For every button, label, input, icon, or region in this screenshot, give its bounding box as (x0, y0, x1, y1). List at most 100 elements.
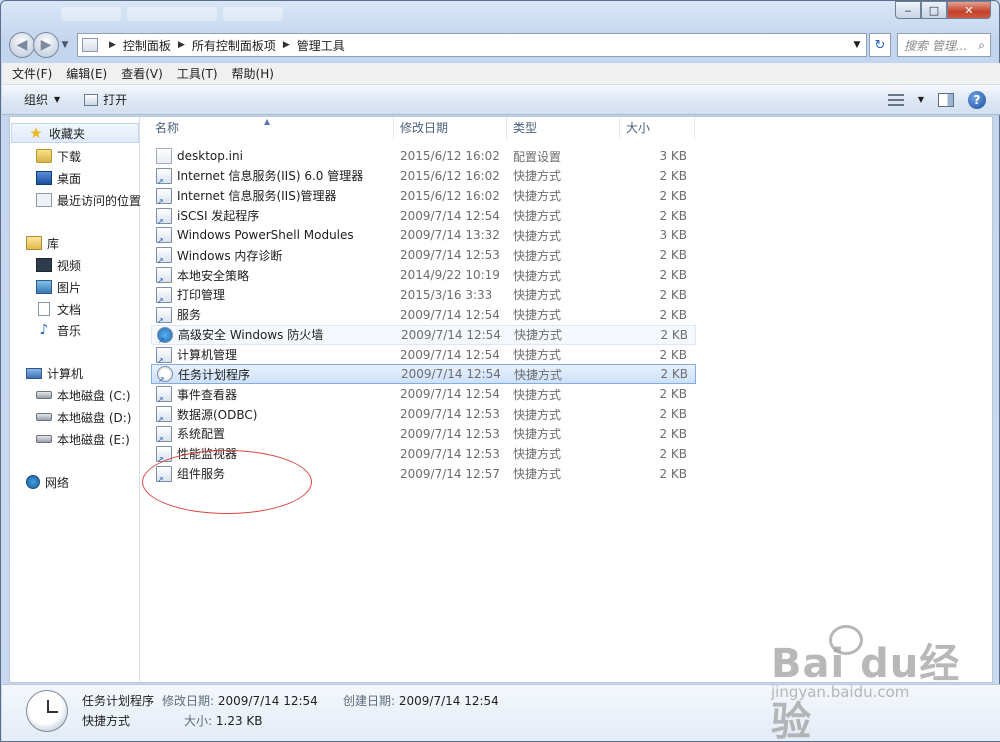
file-name: desktop.ini (177, 149, 243, 163)
column-header-type[interactable]: 类型 (507, 117, 620, 139)
window-controls: ‒ □ ✕ (895, 1, 991, 19)
sidebar-label: 库 (47, 236, 60, 251)
breadcrumb-item[interactable]: 管理工具 (297, 37, 345, 54)
column-label: 名称 (155, 121, 180, 135)
sidebar-item-desktop[interactable]: 桌面 (10, 168, 81, 188)
music-note-icon: ♪ (39, 322, 49, 338)
open-icon (84, 93, 99, 106)
address-dropdown[interactable]: ▼ (848, 40, 866, 50)
file-size: 2 KB (659, 307, 687, 322)
open-button[interactable]: 打开 (84, 91, 127, 108)
file-name-cell: Windows 内存诊断 (151, 247, 396, 265)
chevron-right-icon[interactable]: ▶ (283, 40, 290, 50)
file-row[interactable]: 数据源(ODBC) 2009/7/14 12:53 快捷方式 2 KB (151, 404, 696, 424)
preview-pane-icon[interactable] (938, 92, 954, 107)
breadcrumb-item[interactable]: 控制面板 (123, 37, 171, 54)
file-type: 快捷方式 (513, 169, 562, 184)
menu-view[interactable]: 查看(V) (121, 65, 163, 82)
file-size: 2 KB (659, 426, 687, 441)
sidebar-item-videos[interactable]: 视频 (10, 255, 81, 275)
breadcrumb-item[interactable]: 所有控制面板项 (192, 37, 276, 54)
shortcut-icon (156, 267, 172, 285)
menu-file[interactable]: 文件(F) (12, 65, 52, 82)
recent-pages-dropdown[interactable]: ▼ (59, 40, 71, 50)
file-row[interactable]: 事件查看器 2009/7/14 12:54 快捷方式 2 KB (151, 384, 696, 404)
refresh-icon: ↻ (874, 37, 886, 53)
minimize-button[interactable]: ‒ (895, 1, 921, 19)
organize-button[interactable]: 组织 ▼ (24, 91, 60, 108)
back-button[interactable]: ◀ (9, 32, 35, 58)
sidebar-item-music[interactable]: ♪ 音乐 (10, 320, 81, 340)
maximize-button[interactable]: □ (921, 1, 947, 19)
file-type: 快捷方式 (513, 447, 562, 462)
details-name: 任务计划程序 (82, 694, 155, 708)
column-header-name[interactable]: 名称 ▲ (149, 117, 394, 139)
file-row[interactable]: 服务 2009/7/14 12:54 快捷方式 2 KB (151, 305, 696, 325)
sidebar-favorites[interactable]: ★ 收藏夹 (11, 123, 139, 143)
sidebar-computer[interactable]: 计算机 (10, 363, 83, 383)
details-kind: 快捷方式 (82, 714, 131, 728)
forward-button[interactable]: ▶ (33, 32, 59, 58)
file-name: Windows 内存诊断 (177, 248, 283, 263)
navigation-pane: ★ 收藏夹 下载 桌面 最近访问的位置 库 视频 图片 文档 ♪ 音乐 计算机 … (10, 117, 141, 682)
address-bar[interactable]: ▶ 控制面板 ▶ 所有控制面板项 ▶ 管理工具 ▼ (77, 33, 867, 57)
recent-places-icon (36, 193, 52, 207)
sidebar-item-drive-e[interactable]: 本地磁盘 (E:) (10, 429, 130, 449)
organize-label: 组织 (24, 93, 49, 107)
sidebar-label: 视频 (57, 258, 82, 273)
file-row[interactable]: Internet 信息服务(IIS)管理器 2015/6/12 16:02 快捷方式… (151, 186, 696, 206)
file-row[interactable]: 系统配置 2009/7/14 12:53 快捷方式 2 KB (151, 424, 696, 444)
sidebar-item-documents[interactable]: 文档 (10, 299, 81, 319)
file-row[interactable]: 计算机管理 2009/7/14 12:54 快捷方式 2 KB (151, 345, 696, 365)
shortcut-icon (156, 406, 172, 424)
column-header-date[interactable]: 修改日期 (394, 117, 507, 139)
file-date: 2015/6/12 16:02 (400, 188, 500, 203)
shortcut-icon (156, 207, 172, 226)
sidebar-label: 本地磁盘 (C:) (57, 388, 131, 403)
refresh-button[interactable]: ↻ (869, 33, 891, 57)
file-row[interactable]: 本地安全策略 2014/9/22 10:19 快捷方式 2 KB (151, 265, 696, 285)
close-button[interactable]: ✕ (947, 1, 991, 19)
file-row[interactable]: Windows PowerShell Modules 2009/7/14 13:3… (151, 225, 696, 245)
sidebar-network[interactable]: 网络 (10, 472, 69, 492)
menu-edit[interactable]: 编辑(E) (66, 65, 107, 82)
file-row[interactable]: 打印管理 2015/3/16 3:33 快捷方式 2 KB (151, 285, 696, 305)
computer-icon (26, 367, 42, 379)
file-type: 快捷方式 (513, 308, 562, 323)
file-row[interactable]: Internet 信息服务(IIS) 6.0 管理器 2015/6/12 16:0… (151, 166, 696, 186)
sidebar-item-drive-c[interactable]: 本地磁盘 (C:) (10, 385, 131, 405)
file-date: 2009/7/14 12:53 (400, 426, 500, 441)
baidu-watermark: Bai du经验 jingyan.baidu.com (771, 625, 999, 742)
views-icon[interactable] (887, 93, 904, 106)
file-row[interactable]: iSCSI 发起程序 2009/7/14 12:54 快捷方式 2 KB (151, 206, 696, 226)
menu-bar: 文件(F) 编辑(E) 查看(V) 工具(T) 帮助(H) (2, 63, 1000, 85)
config-file-icon (156, 148, 172, 164)
sort-ascending-icon: ▲ (264, 117, 271, 126)
file-date: 2009/7/14 12:54 (401, 327, 501, 342)
search-input[interactable]: 搜索 管理... ⌕ (897, 33, 991, 57)
help-icon[interactable]: ? (968, 90, 986, 109)
menu-tools[interactable]: 工具(T) (177, 65, 218, 82)
sidebar-item-recent[interactable]: 最近访问的位置 (10, 190, 141, 210)
column-header-size[interactable]: 大小 (620, 117, 695, 139)
sidebar-item-drive-d[interactable]: 本地磁盘 (D:) (10, 407, 131, 427)
file-row[interactable]: 任务计划程序 2009/7/14 12:54 快捷方式 2 KB (151, 364, 696, 385)
file-row[interactable]: Windows 内存诊断 2009/7/14 12:53 快捷方式 2 KB (151, 245, 696, 265)
file-type: 快捷方式 (513, 467, 562, 482)
file-row[interactable]: 高级安全 Windows 防火墙 2009/7/14 12:54 快捷方式 2 KB (151, 324, 696, 345)
chevron-right-icon[interactable]: ▶ (109, 40, 116, 50)
file-date: 2015/6/12 16:02 (400, 149, 500, 163)
menu-help[interactable]: 帮助(H) (232, 65, 274, 82)
sidebar-libraries[interactable]: 库 (10, 233, 59, 253)
shortcut-icon (156, 247, 172, 265)
details-modified: 修改日期: 2009/7/14 12:54 (162, 692, 318, 709)
sidebar-item-pictures[interactable]: 图片 (10, 277, 81, 297)
file-row[interactable]: desktop.ini 2015/6/12 16:02 配置设置 3 KB (151, 146, 696, 166)
file-name: 本地安全策略 (177, 268, 250, 283)
chevron-down-icon[interactable]: ▼ (918, 95, 924, 104)
sidebar-item-downloads[interactable]: 下载 (10, 146, 81, 166)
search-icon[interactable]: ⌕ (978, 38, 985, 53)
chevron-right-icon[interactable]: ▶ (178, 40, 185, 50)
shortcut-icon (156, 346, 172, 365)
file-size: 2 KB (659, 268, 687, 283)
